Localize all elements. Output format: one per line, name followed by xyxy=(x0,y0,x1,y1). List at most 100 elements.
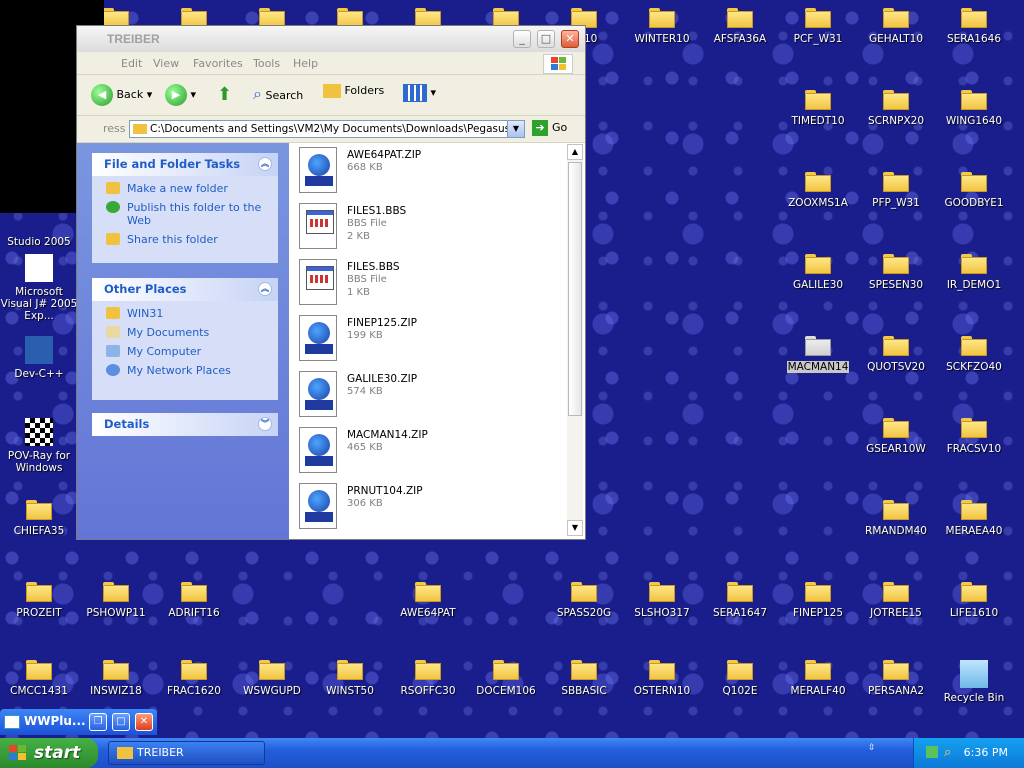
collapse-icon[interactable]: ︽ xyxy=(258,282,272,296)
desktop-icon[interactable]: LIFE1610 xyxy=(935,582,1013,619)
title-bar[interactable]: TREIBER _ □ ✕ xyxy=(77,26,585,52)
address-dropdown-icon[interactable]: ▼ xyxy=(507,121,524,137)
desktop-icon[interactable]: RMANDM40 xyxy=(857,500,935,537)
desktop-icon[interactable]: FRAC1620 xyxy=(155,660,233,697)
task-share[interactable]: Share this folder xyxy=(92,233,278,246)
search-button[interactable]: ⌕ Search xyxy=(253,84,303,104)
desktop-icon[interactable]: WSWGUPD xyxy=(233,660,311,697)
network-tray-icon[interactable] xyxy=(926,746,938,758)
desktop-icon[interactable]: SLSHO317 xyxy=(623,582,701,619)
back-button[interactable]: ◀ Back ▾ xyxy=(91,84,152,106)
start-button[interactable]: start xyxy=(0,738,98,768)
desktop-icon[interactable]: MERAEA40 xyxy=(935,500,1013,537)
clock[interactable]: 6:36 PM xyxy=(964,746,1008,759)
close-button[interactable]: ✕ xyxy=(561,30,579,48)
scroll-thumb[interactable] xyxy=(568,162,582,416)
desktop-icon[interactable]: GOODBYE1 xyxy=(935,172,1013,209)
desktop-icon[interactable]: ADRIFT16 xyxy=(155,582,233,619)
desktop-icon[interactable]: MACMAN14 xyxy=(779,336,857,373)
menu-view[interactable]: View xyxy=(153,57,179,70)
desktop-icon[interactable]: QUOTSV20 xyxy=(857,336,935,373)
minimized-window[interactable]: WWPlu... ❐ □ ✕ xyxy=(0,709,157,735)
desktop-icon[interactable]: GALILE30 xyxy=(779,254,857,291)
desktop-icon[interactable]: SPASS20G xyxy=(545,582,623,619)
file-folder-tasks-panel: File and Folder Tasks ︽ Make a new folder… xyxy=(92,153,278,263)
desktop-icon[interactable]: AFSFA36A xyxy=(701,8,779,45)
menu-edit[interactable]: Edit xyxy=(121,57,142,70)
desktop-icon[interactable]: CMCC1431 xyxy=(0,660,78,697)
desktop-icon[interactable]: IR_DEMO1 xyxy=(935,254,1013,291)
tray-chevron-icon[interactable]: ⇳ xyxy=(868,743,876,753)
desktop-icon-label: WSWGUPD xyxy=(243,685,301,697)
collapse-icon[interactable]: ︽ xyxy=(258,157,272,171)
vertical-scrollbar[interactable]: ▲ ▼ xyxy=(567,144,583,536)
scroll-up-icon[interactable]: ▲ xyxy=(567,144,583,160)
up-folder-icon[interactable]: ⬆ xyxy=(217,84,232,105)
desktop-icon[interactable]: SCKFZO40 xyxy=(935,336,1013,373)
desktop-icon[interactable]: PFP_W31 xyxy=(857,172,935,209)
go-button[interactable]: ➔ Go xyxy=(532,120,567,136)
search-tray-icon[interactable]: ⌕ xyxy=(944,745,951,760)
folder-icon xyxy=(103,582,129,602)
folders-button[interactable]: Folders xyxy=(323,84,384,98)
desktop-icon[interactable]: DOCEM106 xyxy=(467,660,545,697)
maximize-button[interactable]: □ xyxy=(112,713,130,731)
folder-icon xyxy=(26,660,52,680)
maximize-button[interactable]: □ xyxy=(537,30,555,48)
task-button-treiber[interactable]: TREIBER xyxy=(108,741,265,765)
menu-favorites[interactable]: Favorites xyxy=(193,57,243,70)
desktop-icon[interactable]: SERA1646 xyxy=(935,8,1013,45)
desktop-icon[interactable]: PROZEIT xyxy=(0,582,78,619)
minimize-button[interactable]: _ xyxy=(513,30,531,48)
place-my-computer[interactable]: My Computer xyxy=(92,345,278,358)
desktop-icon[interactable]: POV-Ray for Windows xyxy=(0,418,78,474)
restore-button[interactable]: ❐ xyxy=(89,713,107,731)
desktop-icon[interactable]: CHIEFA35 xyxy=(0,500,78,537)
panel-header[interactable]: File and Folder Tasks ︽ xyxy=(92,153,278,176)
panel-header[interactable]: Other Places ︽ xyxy=(92,278,278,301)
desktop-icon[interactable]: SCRNPX20 xyxy=(857,90,935,127)
desktop-icon[interactable]: JOTREE15 xyxy=(857,582,935,619)
desktop-icon[interactable]: SERA1647 xyxy=(701,582,779,619)
desktop-icon[interactable]: WINTER10 xyxy=(623,8,701,45)
file-name: FINEP125.ZIP xyxy=(347,317,417,329)
address-input[interactable]: C:\Documents and Settings\VM2\My Documen… xyxy=(129,120,525,138)
task-new-folder[interactable]: Make a new folder xyxy=(92,182,278,195)
desktop-icon-label: CHIEFA35 xyxy=(13,525,65,537)
desktop-icon[interactable]: MERALF40 xyxy=(779,660,857,697)
desktop-icon[interactable]: GSEAR10W xyxy=(857,418,935,455)
close-button[interactable]: ✕ xyxy=(135,713,153,731)
desktop-icon[interactable]: FRACSV10 xyxy=(935,418,1013,455)
menu-help[interactable]: Help xyxy=(293,57,318,70)
desktop-icon[interactable]: GEHALT10 xyxy=(857,8,935,45)
desktop-icon[interactable]: PERSANA2 xyxy=(857,660,935,697)
desktop-icon[interactable]: SPESEN30 xyxy=(857,254,935,291)
desktop-icon[interactable]: ZOOXMS1A xyxy=(779,172,857,209)
place-win31[interactable]: WIN31 xyxy=(92,307,278,320)
views-button[interactable]: ▾ xyxy=(403,84,436,102)
desktop-icon[interactable]: Microsoft Visual J# 2005 Exp... xyxy=(0,254,78,322)
place-network[interactable]: My Network Places xyxy=(92,364,278,377)
forward-button[interactable]: ▶ ▾ xyxy=(165,84,196,106)
desktop-icon[interactable]: Q102E xyxy=(701,660,779,697)
desktop-icon[interactable]: PSHOWP11 xyxy=(77,582,155,619)
folder-icon xyxy=(961,336,987,356)
desktop-icon[interactable]: WINST50 xyxy=(311,660,389,697)
desktop-icon[interactable]: PCF_W31 xyxy=(779,8,857,45)
desktop-icon[interactable]: SBBASIC xyxy=(545,660,623,697)
panel-header[interactable]: Details ︾ xyxy=(92,413,278,436)
desktop-icon[interactable]: FINEP125 xyxy=(779,582,857,619)
menu-tools[interactable]: Tools xyxy=(253,57,280,70)
desktop-icon[interactable]: Dev-C++ xyxy=(0,336,78,380)
desktop-icon[interactable]: RSOFFC30 xyxy=(389,660,467,697)
place-my-documents[interactable]: My Documents xyxy=(92,326,278,339)
desktop-icon[interactable]: OSTERN10 xyxy=(623,660,701,697)
desktop-icon[interactable]: INSWIZ18 xyxy=(77,660,155,697)
desktop-icon[interactable]: TIMEDT10 xyxy=(779,90,857,127)
scroll-down-icon[interactable]: ▼ xyxy=(567,520,583,536)
desktop-icon[interactable]: Recycle Bin xyxy=(935,660,1013,704)
desktop-icon[interactable]: AWE64PAT xyxy=(389,582,467,619)
desktop-icon[interactable]: WING1640 xyxy=(935,90,1013,127)
expand-icon[interactable]: ︾ xyxy=(258,417,272,431)
task-publish[interactable]: Publish this folder to the Web xyxy=(92,201,278,227)
